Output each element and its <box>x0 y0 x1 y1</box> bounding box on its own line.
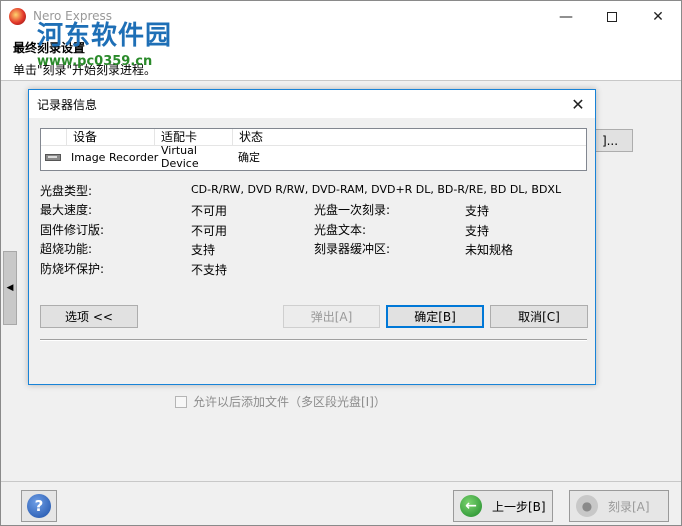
dao-value: 支持 <box>465 204 490 218</box>
dialog-title: 记录器信息 <box>37 98 98 112</box>
overburn-label: 超烧功能: <box>40 242 93 256</box>
multisession-label: 允许以后添加文件（多区段光盘[I]） <box>193 395 386 409</box>
watermark-logo: 河东软件园 www.pc0359.cn <box>37 15 172 69</box>
underrun-value: 不支持 <box>191 263 228 277</box>
chevron-left-icon: ◀ <box>6 283 14 293</box>
maximize-icon <box>607 11 617 22</box>
arrow-left-icon: ← <box>460 495 482 517</box>
back-button[interactable]: ← 上一步[B] <box>453 490 553 522</box>
cdtext-label: 光盘文本: <box>314 223 367 237</box>
cell-adapter: Virtual Device <box>161 144 199 170</box>
footer-toolbar: ? ← 上一步[B] ● 刻录[A] <box>1 481 681 525</box>
disc-type-label: 光盘类型: <box>40 184 93 198</box>
watermark-title: 河东软件园 <box>37 21 173 51</box>
firmware-label: 固件修订版: <box>40 223 105 237</box>
recorder-info-dialog: 记录器信息 ✕ 设备 适配卡 状态 Image Recorder Virtual… <box>28 89 596 385</box>
back-button-label: 上一步[B] <box>492 499 546 514</box>
dialog-titlebar: 记录器信息 ✕ <box>29 90 595 118</box>
burn-disc-icon: ● <box>576 495 598 517</box>
max-speed-label: 最大速度: <box>40 203 93 217</box>
list-header: 设备 适配卡 状态 <box>41 129 586 146</box>
watermark-url: www.pc0359.cn <box>37 54 153 69</box>
buffer-value: 未知规格 <box>465 243 514 257</box>
burn-button-label: 刻录[A] <box>608 499 650 514</box>
side-panel-toggle[interactable]: ◀ <box>3 251 17 325</box>
drive-icon <box>45 151 61 163</box>
underrun-label: 防烧坏保护: <box>40 262 105 276</box>
buffer-label: 刻录器缓冲区: <box>314 242 391 256</box>
list-item[interactable]: Image Recorder Virtual Device 确定 <box>41 144 586 170</box>
column-device[interactable]: 设备 <box>67 129 155 146</box>
minimize-button[interactable]: — <box>543 1 589 32</box>
max-speed-value: 不可用 <box>191 204 228 218</box>
column-icon[interactable] <box>41 129 67 146</box>
nero-app-icon <box>9 8 26 25</box>
firmware-value: 不可用 <box>191 224 228 238</box>
overburn-value: 支持 <box>191 243 216 257</box>
window-close-button[interactable]: ✕ <box>635 1 681 32</box>
disc-type-value: CD-R/RW, DVD R/RW, DVD-RAM, DVD+R DL, BD… <box>191 183 562 196</box>
options-button[interactable]: 选项 << <box>40 305 138 328</box>
cancel-button[interactable]: 取消[C] <box>490 305 588 328</box>
ok-button[interactable]: 确定[B] <box>386 305 484 328</box>
cdtext-value: 支持 <box>465 224 490 238</box>
multisession-checkbox[interactable] <box>175 395 187 408</box>
recorder-list[interactable]: 设备 适配卡 状态 Image Recorder Virtual Device … <box>40 128 587 171</box>
cell-device: Image Recorder <box>71 150 159 164</box>
help-icon: ? <box>27 494 51 518</box>
burn-button[interactable]: ● 刻录[A] <box>569 490 669 522</box>
maximize-button[interactable] <box>589 1 635 32</box>
dialog-close-button[interactable]: ✕ <box>564 92 592 116</box>
dao-label: 光盘一次刻录: <box>314 203 391 217</box>
multisession-option: 允许以后添加文件（多区段光盘[I]） <box>175 393 386 410</box>
eject-button[interactable]: 弹出[A] <box>283 305 380 328</box>
column-status[interactable]: 状态 <box>233 129 586 146</box>
help-button[interactable]: ? <box>21 490 57 522</box>
cell-status: 确定 <box>238 151 260 164</box>
dialog-divider <box>40 339 587 341</box>
